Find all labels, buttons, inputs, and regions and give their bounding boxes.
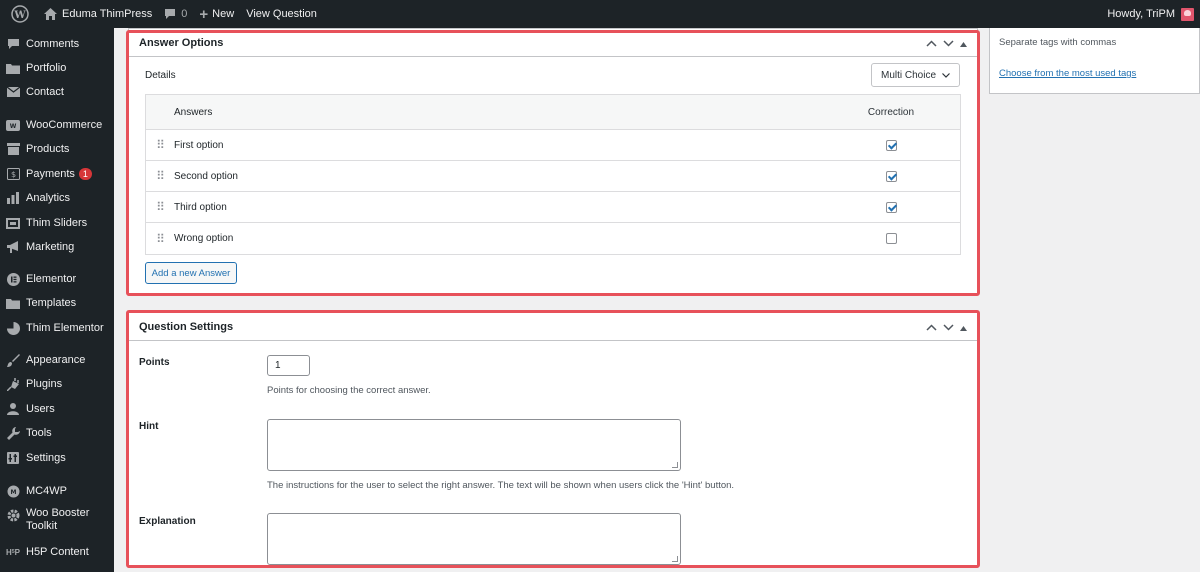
sidebar-item-label: Marketing bbox=[26, 240, 75, 253]
sidebar-item-label: Templates bbox=[26, 296, 77, 309]
wordpress-logo-button[interactable]: W bbox=[0, 0, 38, 28]
sidebar-item-label: Portfolio bbox=[26, 61, 67, 74]
archive-icon bbox=[6, 142, 20, 156]
svg-text:$: $ bbox=[10, 170, 15, 179]
svg-text:W: W bbox=[13, 10, 26, 21]
sidebar-item-label: MC4WP bbox=[26, 484, 67, 497]
most-used-tags-link[interactable]: Choose from the most used tags bbox=[999, 68, 1136, 79]
sidebar-item-label: Appearance bbox=[26, 353, 86, 366]
slides-icon bbox=[6, 216, 20, 230]
sidebar-item-label: Elementor bbox=[26, 272, 77, 285]
plug-icon bbox=[6, 377, 20, 391]
new-content-link[interactable]: + New bbox=[193, 0, 240, 28]
sidebar-item-label: H5P Content bbox=[26, 545, 89, 558]
account-menu[interactable]: Howdy, TriPM bbox=[1107, 7, 1200, 21]
sidebar-item-analytics[interactable]: Analytics bbox=[0, 191, 114, 205]
new-label: New bbox=[212, 8, 235, 20]
sidebar-item-label: Contact bbox=[26, 85, 64, 98]
sidebar-item-appearance[interactable]: Appearance bbox=[0, 353, 114, 367]
sidebar-item-label: Payments bbox=[26, 167, 75, 180]
dollar-icon: $ bbox=[6, 167, 20, 181]
comments-count: 0 bbox=[181, 8, 188, 20]
brush-icon bbox=[6, 353, 20, 367]
sidebar-item-plugins[interactable]: Plugins bbox=[0, 377, 114, 391]
wrench-icon bbox=[6, 426, 20, 440]
plus-icon: + bbox=[199, 5, 209, 23]
sidebar-item-thim-elementor[interactable]: Thim Elementor bbox=[0, 321, 114, 335]
view-question-link[interactable]: View Question bbox=[240, 0, 323, 28]
user-icon bbox=[6, 402, 20, 416]
gear-icon bbox=[6, 508, 20, 522]
admin-bar: W Eduma ThimPress 0 + New View Question … bbox=[0, 0, 1200, 28]
elementor-icon bbox=[6, 272, 20, 286]
sidebar-item-thim-sliders[interactable]: Thim Sliders bbox=[0, 216, 114, 230]
thim-icon bbox=[6, 321, 20, 335]
sidebar-item-label: Plugins bbox=[26, 377, 63, 390]
avatar bbox=[1181, 7, 1194, 21]
home-icon bbox=[44, 8, 57, 20]
svg-text:W: W bbox=[10, 123, 17, 130]
sidebar-item-elementor[interactable]: Elementor bbox=[0, 272, 114, 286]
sidebar-item-label: Settings bbox=[26, 451, 66, 464]
view-question-label: View Question bbox=[246, 8, 317, 20]
settings-icon bbox=[6, 451, 20, 465]
sidebar-item-mc4wp[interactable]: M MC4WP bbox=[0, 484, 114, 498]
sidebar-item-payments[interactable]: $ Payments 1 bbox=[0, 167, 114, 181]
sidebar-item-users[interactable]: Users bbox=[0, 402, 114, 416]
sidebar-item-label: Woo Booster Toolkit bbox=[26, 507, 90, 532]
sidebar-item-contact[interactable]: Contact bbox=[0, 85, 114, 99]
woo-icon: W bbox=[6, 118, 20, 132]
sidebar-item-label: Thim Sliders bbox=[26, 216, 88, 229]
mc4wp-icon: M bbox=[6, 484, 20, 498]
svg-text:M: M bbox=[10, 489, 16, 496]
sidebar-item-label: Users bbox=[26, 402, 55, 415]
admin-sidebar: Comments Portfolio Contact W WooCommerce… bbox=[0, 28, 114, 572]
sidebar-item-settings[interactable]: Settings bbox=[0, 451, 114, 465]
sidebar-item-products[interactable]: Products bbox=[0, 142, 114, 156]
sidebar-item-portfolio[interactable]: Portfolio bbox=[0, 61, 114, 75]
sidebar-item-templates[interactable]: Templates bbox=[0, 296, 114, 310]
highlight-frame bbox=[126, 30, 980, 296]
sidebar-item-label: Thim Elementor bbox=[26, 321, 104, 334]
comments-link[interactable]: 0 bbox=[158, 0, 193, 28]
sidebar-item-marketing[interactable]: Marketing bbox=[0, 240, 114, 254]
sidebar-item-woo-booster-toolkit[interactable]: Woo Booster Toolkit bbox=[0, 507, 114, 533]
sidebar-item-h5p-content[interactable]: H5P H5P Content bbox=[0, 545, 114, 559]
tags-hint: Separate tags with commas bbox=[999, 37, 1117, 48]
folder-icon bbox=[6, 61, 20, 75]
sidebar-item-comments[interactable]: Comments bbox=[0, 37, 114, 51]
sidebar-item-tools[interactable]: Tools bbox=[0, 426, 114, 440]
payments-badge: 1 bbox=[78, 168, 92, 180]
folder-icon bbox=[6, 296, 20, 310]
highlight-frame bbox=[126, 310, 980, 568]
megaphone-icon bbox=[6, 240, 20, 254]
comment-icon bbox=[6, 37, 20, 51]
wordpress-icon: W bbox=[11, 5, 29, 23]
sidebar-item-label: Comments bbox=[26, 37, 80, 50]
sidebar-item-woocommerce[interactable]: W WooCommerce bbox=[0, 118, 114, 132]
sidebar-item-label: Products bbox=[26, 142, 70, 155]
sidebar-item-label: Tools bbox=[26, 426, 52, 439]
comment-icon bbox=[165, 9, 176, 19]
mail-icon bbox=[6, 85, 20, 99]
howdy-text: Howdy, TriPM bbox=[1107, 8, 1175, 20]
sidebar-item-label: WooCommerce bbox=[26, 118, 103, 131]
site-name: Eduma ThimPress bbox=[62, 8, 153, 20]
site-name-link[interactable]: Eduma ThimPress bbox=[38, 0, 158, 28]
bar-chart-icon bbox=[6, 191, 20, 205]
h5p-icon: H5P bbox=[6, 547, 20, 557]
sidebar-item-label: Analytics bbox=[26, 191, 71, 204]
tags-box: Separate tags with commas Choose from th… bbox=[989, 28, 1200, 94]
